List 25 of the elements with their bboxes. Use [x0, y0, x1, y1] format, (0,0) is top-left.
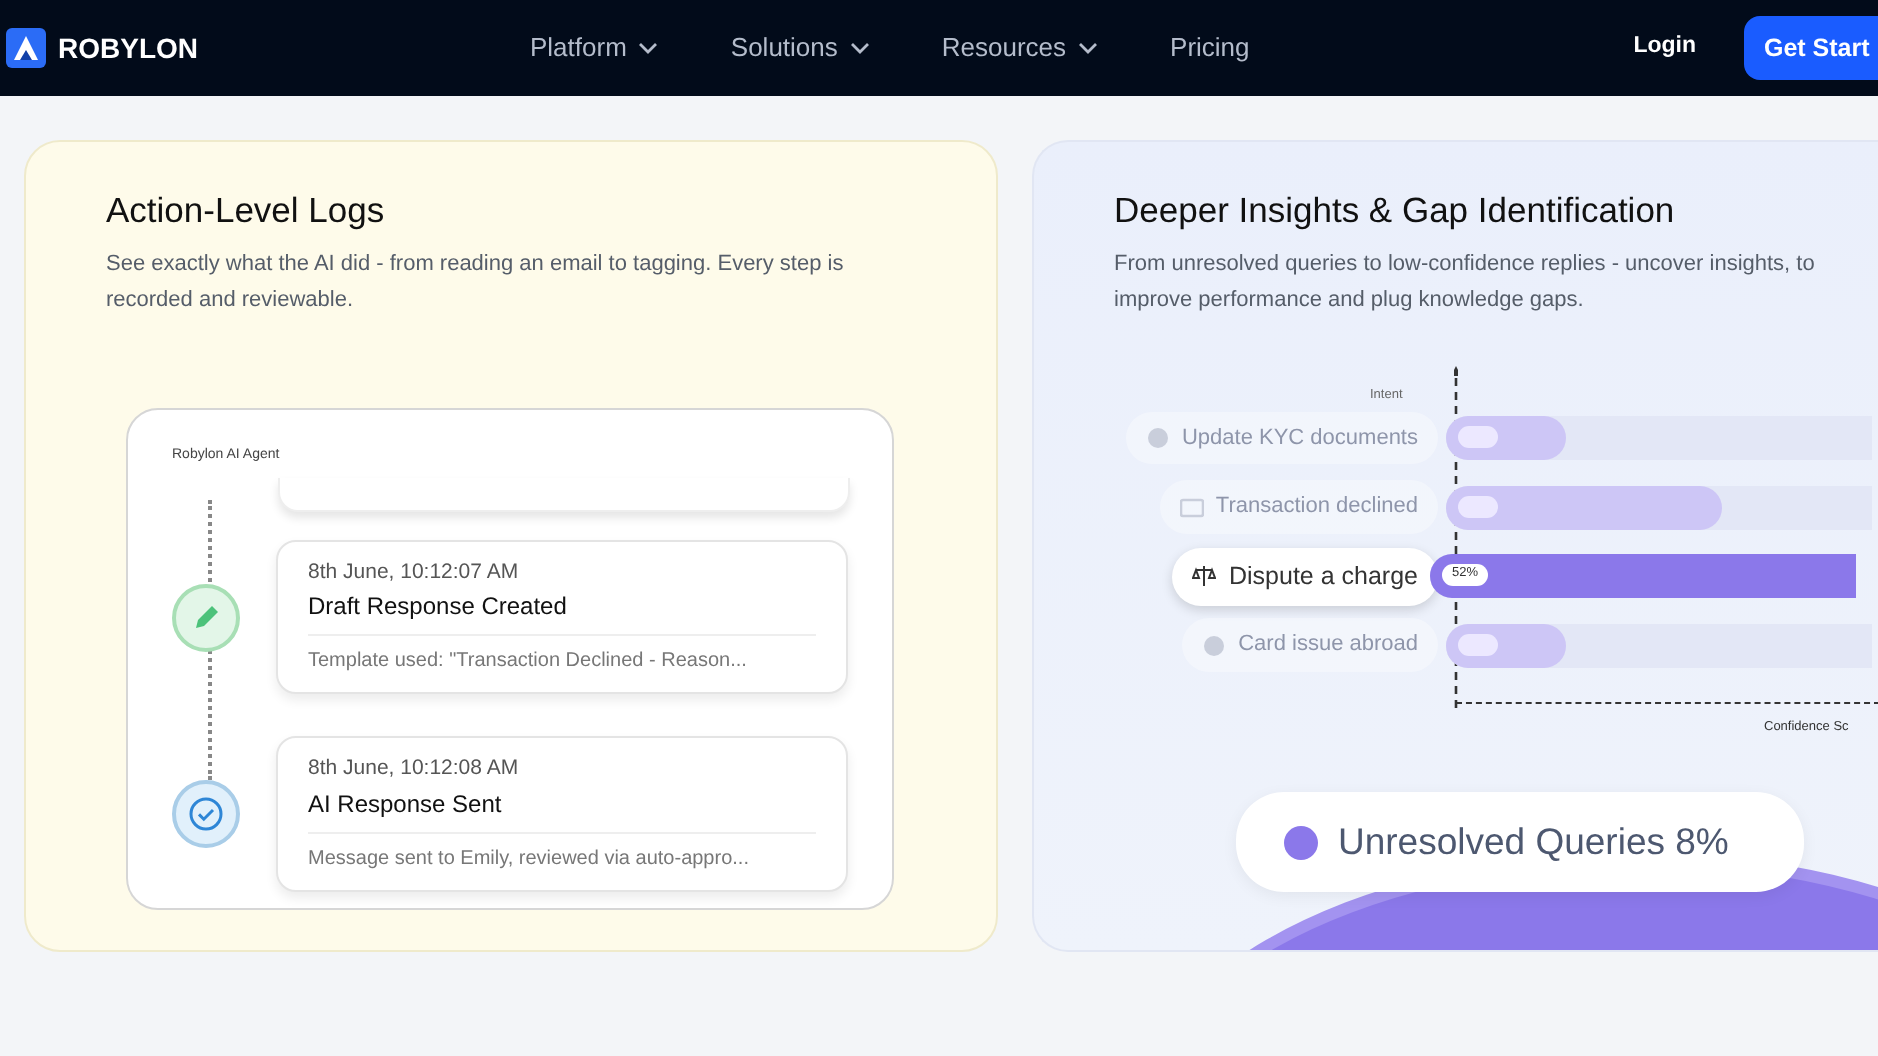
- logo-icon: [6, 28, 46, 68]
- brand-name[interactable]: ROBYLON: [58, 27, 198, 69]
- get-started-button[interactable]: Get Start: [1744, 16, 1878, 80]
- pencil-icon: [190, 601, 222, 634]
- intent-pill[interactable]: Dispute a charge: [1172, 547, 1438, 606]
- entry-detail: Message sent to Emily, reviewed via auto-appro...: [308, 846, 751, 875]
- entry-time: 8th June, 10:12:08 AM: [308, 754, 521, 785]
- card-description: From unresolved queries to low-confidence replies - uncover insights, to improve performance and plug knowledge gaps.: [1114, 250, 1817, 316]
- nav-link[interactable]: Solutions: [730, 28, 870, 68]
- entry-title: AI Response Sent: [308, 786, 816, 835]
- nav-link[interactable]: Pricing: [1170, 28, 1250, 68]
- check-circle-icon: [188, 796, 224, 833]
- percent-label-blank: [1458, 426, 1498, 449]
- summary-label: Unresolved Queries 8%: [1338, 818, 1729, 867]
- entry-time: 8th June, 10:12:07 AM: [308, 557, 521, 588]
- nav-link[interactable]: Resources: [941, 28, 1099, 68]
- nav-link[interactable]: Platform: [530, 28, 659, 68]
- login-link[interactable]: Login: [1621, 28, 1708, 68]
- card-title: Action-Level Logs: [106, 190, 387, 232]
- entry-title: Draft Response Created: [308, 588, 816, 637]
- card-title: Deeper Insights & Gap Identification: [1114, 190, 1677, 232]
- scale-icon: [1192, 564, 1217, 589]
- card-description: See exactly what the AI did - from reading an email to tagging. Every step is recorded and reviewable.: [106, 250, 846, 316]
- card-icon: [1179, 495, 1204, 520]
- entry-detail: Template used: "Transaction Declined - Reason...: [308, 648, 749, 677]
